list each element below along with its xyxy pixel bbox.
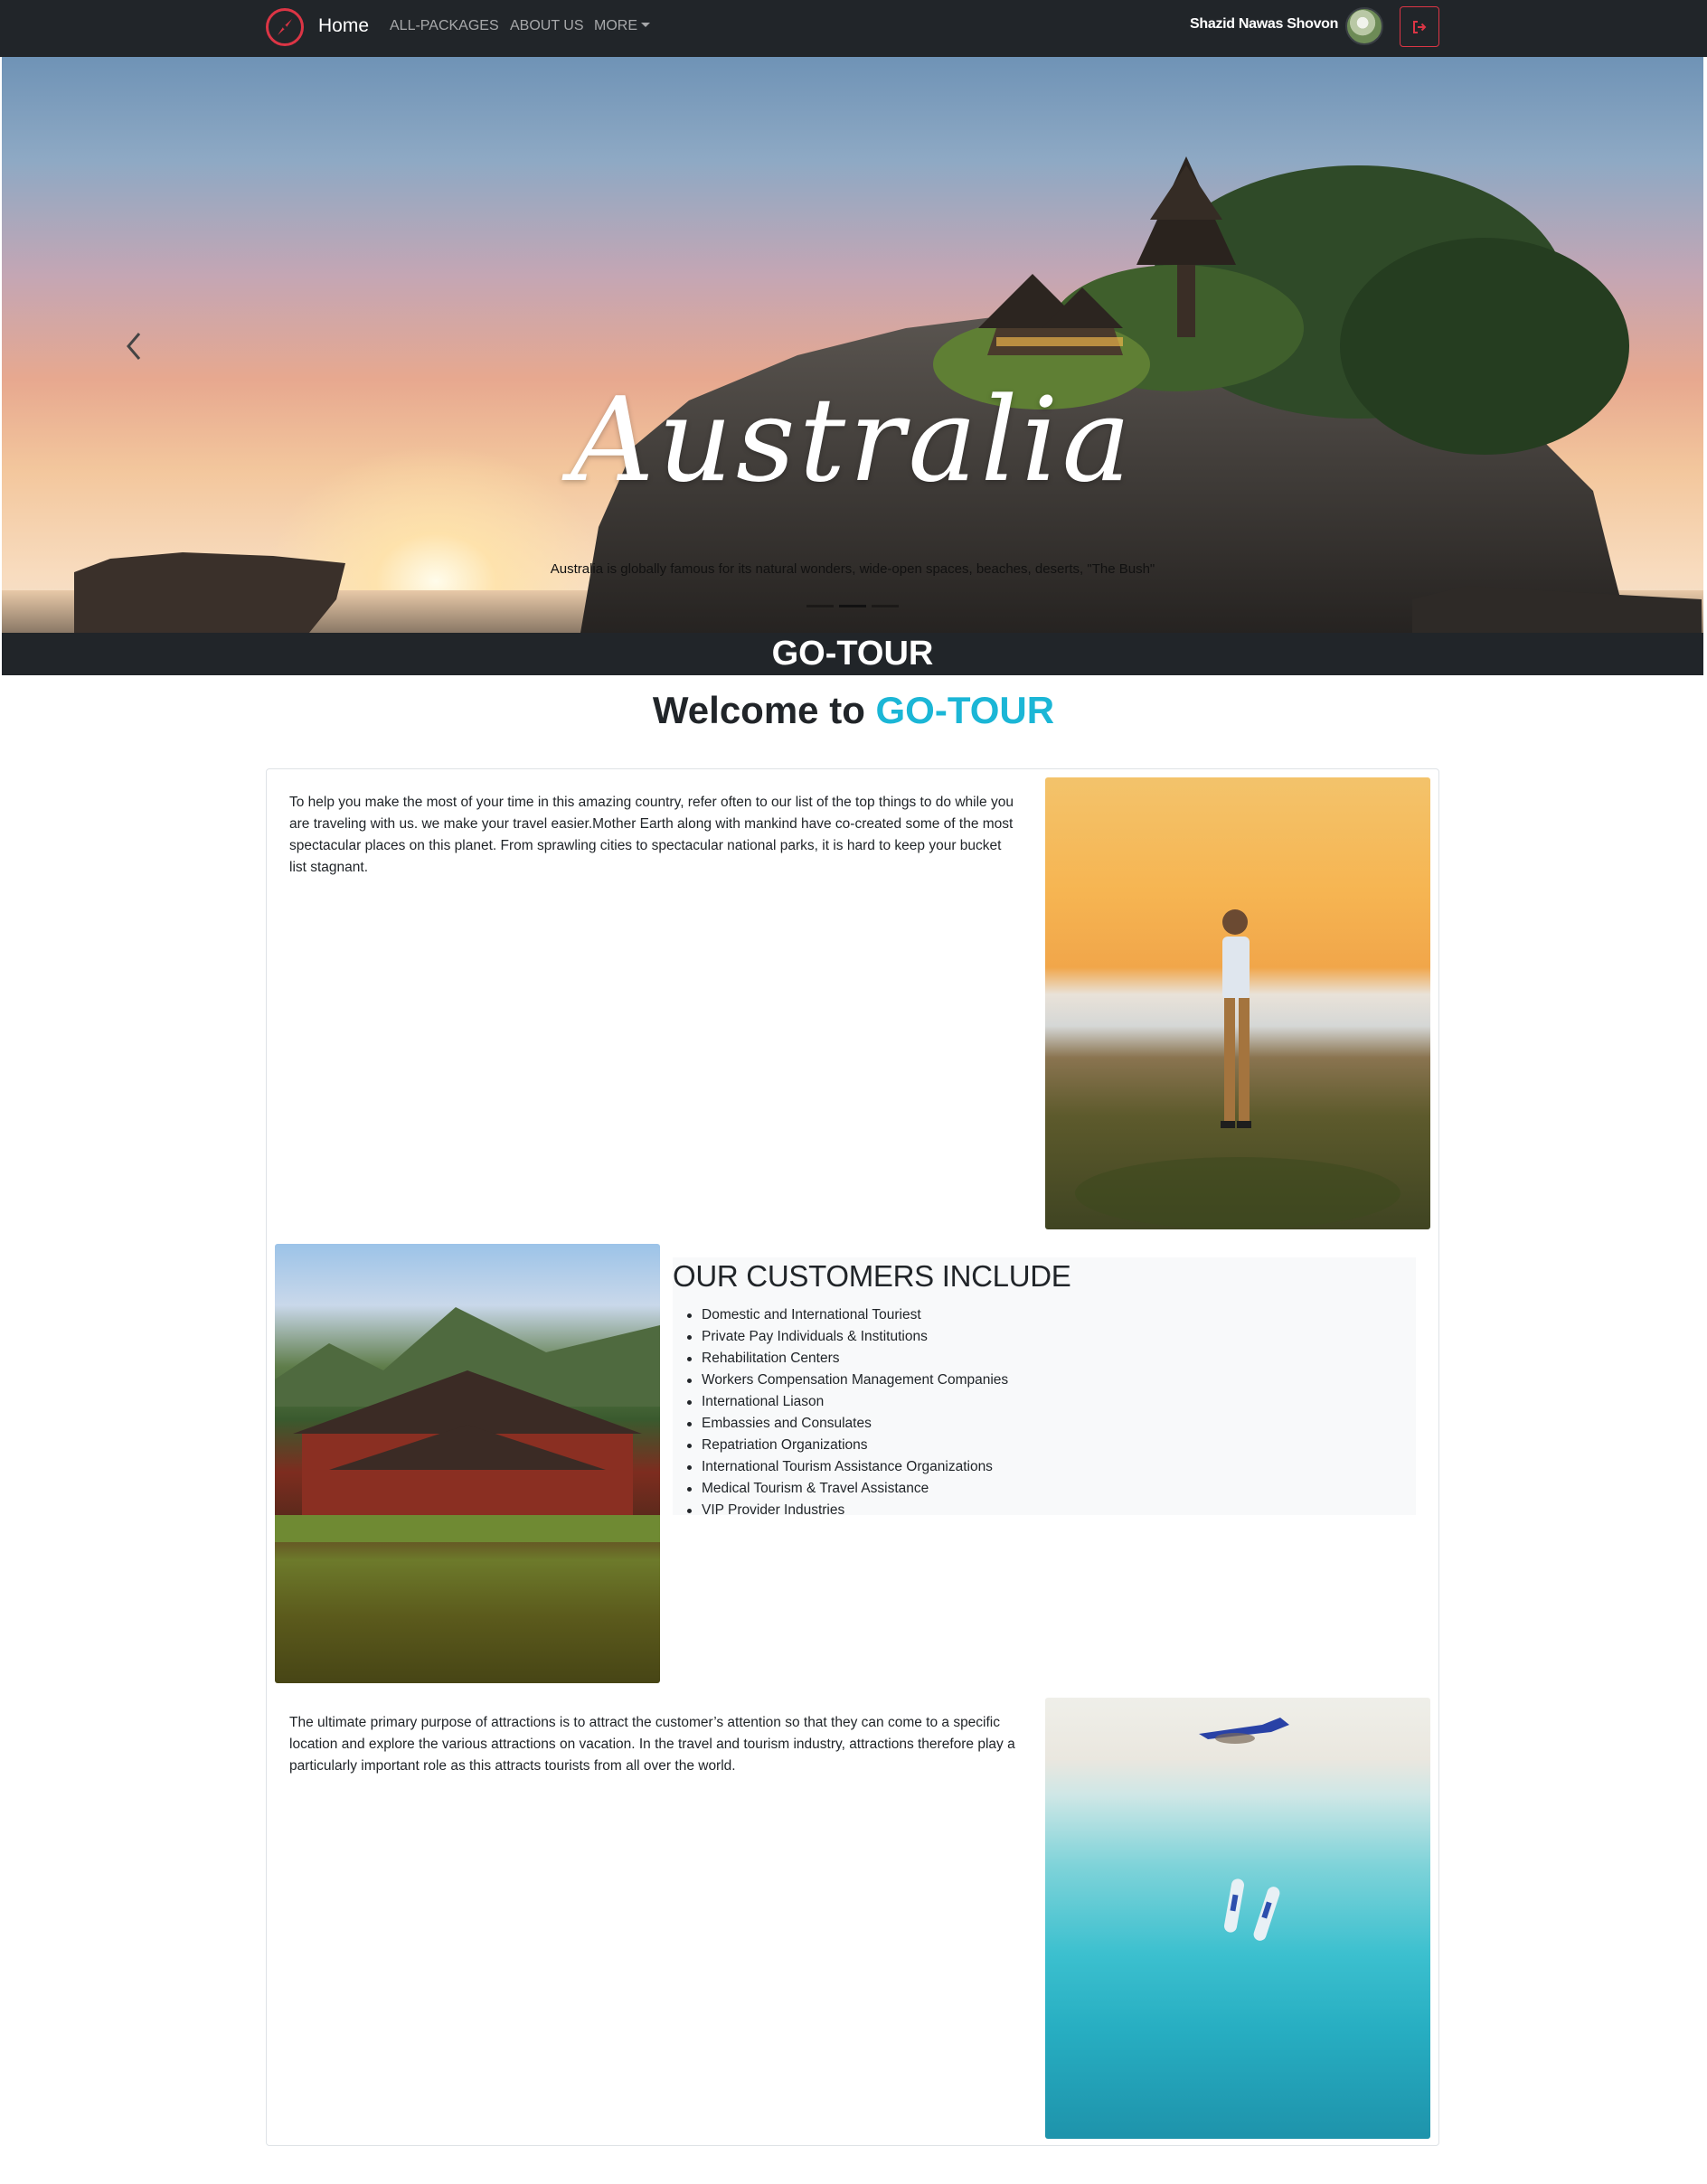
attractions-paragraph: The ultimate primary purpose of attracti… <box>289 1715 1015 1774</box>
nav-all-packages-link[interactable]: ALL-PACKAGES <box>390 18 499 34</box>
list-item: Domestic and International Touriest <box>687 1304 1008 1326</box>
temple-lake-photo <box>275 1244 660 1683</box>
nav-more-label: MORE <box>594 18 637 33</box>
nav-about-us-link[interactable]: ABOUT US <box>510 18 584 34</box>
list-item: Workers Compensation Management Companie… <box>687 1370 1008 1391</box>
nav-home-link[interactable]: Home <box>318 15 369 37</box>
hero-caption: Australia is globally famous for its nat… <box>550 561 1155 577</box>
avatar[interactable] <box>1345 7 1383 45</box>
chevron-left-icon[interactable] <box>119 328 146 364</box>
brand-band-title: GO-TOUR <box>771 635 934 673</box>
carousel-indicator-3[interactable] <box>872 605 899 607</box>
list-item: Repatriation Organizations <box>687 1435 1008 1456</box>
welcome-heading: Welcome to GO-TOUR <box>0 689 1707 732</box>
navbar-container: Home ALL-PACKAGES ABOUT US MORE Shazid N… <box>266 0 1439 57</box>
brand-band: GO-TOUR <box>2 633 1703 675</box>
list-item: Private Pay Individuals & Institutions <box>687 1326 1008 1348</box>
intro-paragraph: To help you make the most of your time i… <box>289 795 1014 875</box>
list-item: Embassies and Consulates <box>687 1413 1008 1435</box>
list-item: International Tourism Assistance Organiz… <box>687 1456 1008 1478</box>
top-navbar: Home ALL-PACKAGES ABOUT US MORE Shazid N… <box>0 0 1707 57</box>
hero-carousel: Australia Australia is globally famous f… <box>2 57 1703 633</box>
caret-down-icon <box>641 23 650 27</box>
aerial-beach-photo <box>1045 1698 1430 2139</box>
customers-title: OUR CUSTOMERS INCLUDE <box>673 1259 1071 1293</box>
list-item: Rehabilitation Centers <box>687 1348 1008 1370</box>
nav-more-dropdown[interactable]: MORE <box>594 18 650 34</box>
customers-list: Domestic and International Touriest Priv… <box>687 1304 1008 1521</box>
logout-button[interactable] <box>1400 6 1439 47</box>
hero-background-image <box>2 156 1703 633</box>
list-item: Medical Tourism & Travel Assistance <box>687 1478 1008 1500</box>
sign-out-icon <box>1413 21 1427 33</box>
list-item: International Liason <box>687 1391 1008 1413</box>
user-name: Shazid Nawas Shovon <box>1190 16 1339 32</box>
customers-panel: OUR CUSTOMERS INCLUDE Domestic and Inter… <box>673 1257 1416 1518</box>
welcome-prefix: Welcome to <box>652 689 876 731</box>
hero-title: Australia <box>571 373 1135 508</box>
carousel-indicator-1[interactable] <box>806 605 834 607</box>
carousel-indicator-2[interactable] <box>839 605 866 607</box>
list-item: VIP Provider Industries <box>687 1500 1008 1521</box>
welcome-accent: GO-TOUR <box>875 689 1055 731</box>
traveler-beach-photo <box>1045 777 1430 1229</box>
compass-icon[interactable] <box>266 8 304 46</box>
